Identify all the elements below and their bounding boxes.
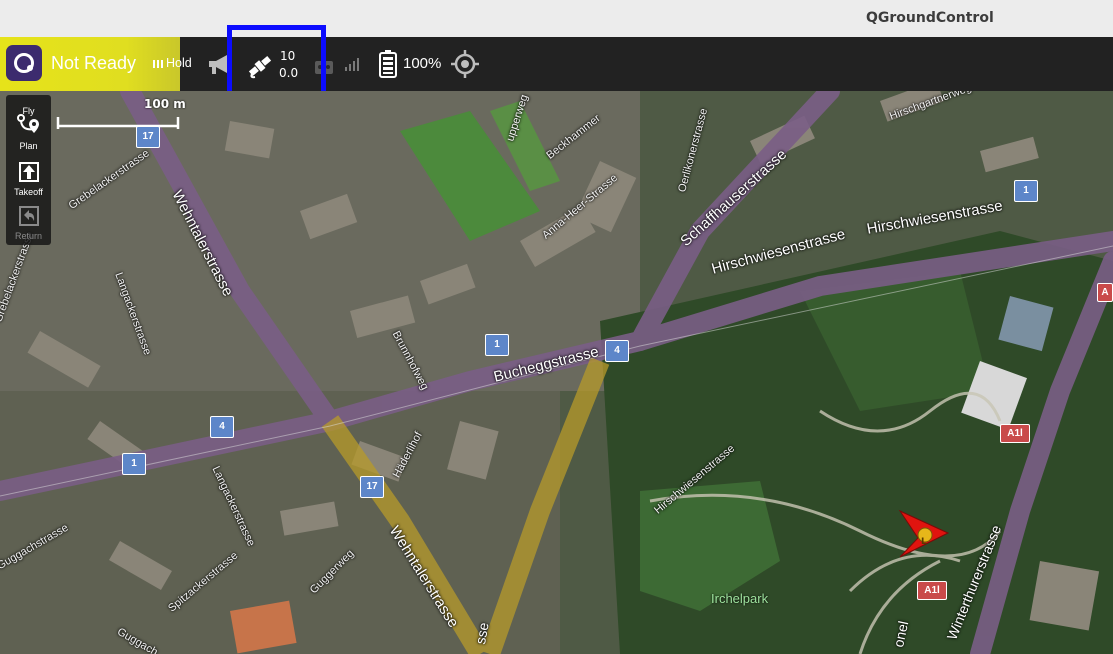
route-badge: 1 [122,453,146,475]
highway-badge: A1l [1000,424,1030,443]
park-label-irchelpark: Irchelpark [711,591,769,606]
return-label: Return [14,231,42,241]
scale-label: 100 m [144,97,186,111]
highway-badge: A1l [917,581,947,600]
route-badge: 17 [360,476,384,498]
window-title-bar: QGroundControl [0,0,1113,38]
battery-icon[interactable] [378,50,398,78]
route-badge: 4 [210,416,234,438]
crosshair-icon[interactable] [451,50,479,78]
return-button[interactable]: Return [6,205,51,241]
plan-label: Plan [19,141,38,151]
window-title: QGroundControl [866,10,994,26]
route-badge: 1 [485,334,509,356]
route-badge: 17 [136,126,160,148]
plan-icon [16,114,39,133]
highway-badge: A [1097,283,1113,302]
signal-bars-icon[interactable] [344,57,360,71]
battery-percentage: 100% [403,55,442,72]
main-toolbar: Not Ready Hold 10 0.0 100% [0,37,1113,91]
return-icon [18,206,39,226]
takeoff-button[interactable]: Takeoff [6,161,51,197]
takeoff-icon [18,162,39,182]
route-badge: 4 [605,340,629,362]
ready-status-text[interactable]: Not Ready [51,53,136,74]
vehicle-label: L [921,537,927,547]
satellite-map[interactable] [0,91,1113,654]
tool-strip: Fly Plan Takeoff Return [6,95,51,245]
map-view[interactable]: 100 m Wehntalerstrasse Bucheggstrasse Sc… [0,91,1113,654]
flight-mode-selector[interactable]: Hold [166,56,192,70]
plan-button[interactable]: Plan [6,113,51,151]
qgc-logo-icon[interactable] [6,45,42,81]
route-badge: 1 [1014,180,1038,202]
takeoff-label: Takeoff [14,187,43,197]
flight-mode-icon[interactable] [152,58,164,70]
